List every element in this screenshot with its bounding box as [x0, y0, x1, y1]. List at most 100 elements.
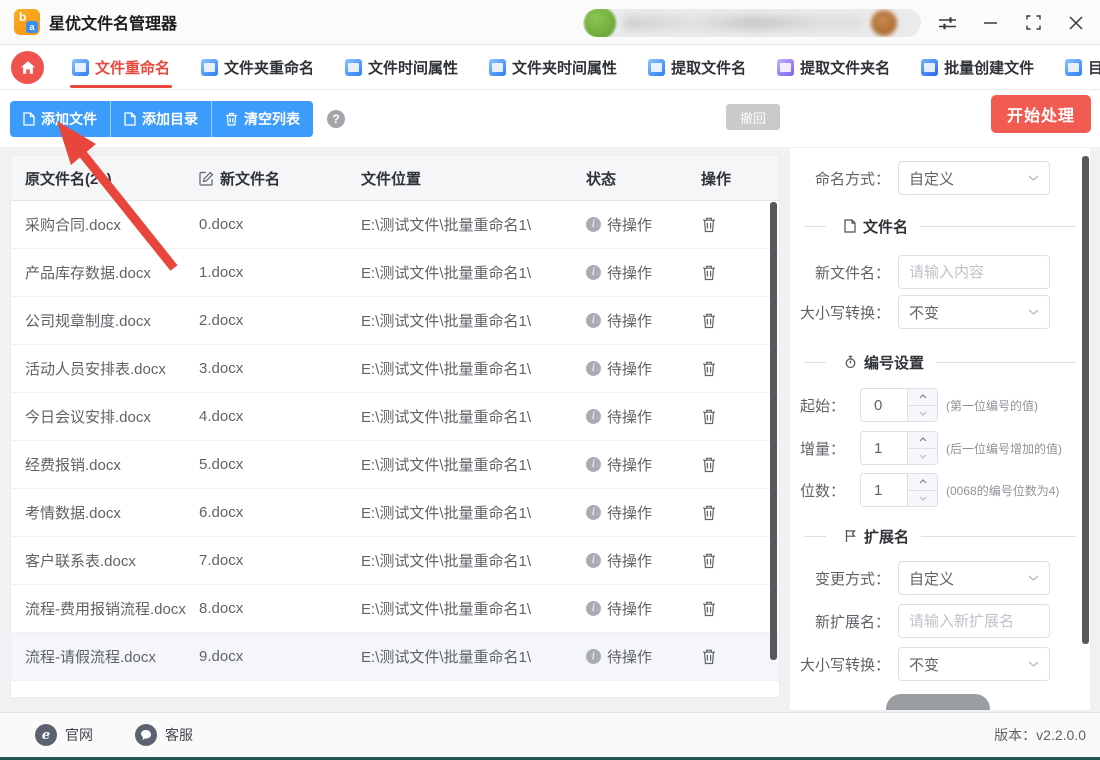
cell-status: i 待操作	[578, 598, 693, 619]
tab-label: 提取文件名	[671, 59, 747, 77]
close-button[interactable]	[1066, 13, 1086, 33]
edit-icon	[199, 171, 214, 186]
step-up-button[interactable]	[908, 432, 937, 449]
new-extension-input[interactable]	[898, 604, 1050, 638]
increment-input[interactable]	[861, 432, 907, 464]
delete-row-button[interactable]	[701, 600, 717, 617]
official-site-link[interactable]: e 官网	[35, 724, 93, 746]
cell-location: E:\测试文件\批量重命名1\	[361, 505, 532, 522]
tab-item[interactable]: 批量创建文件	[921, 45, 1034, 90]
cell-location: E:\测试文件\批量重命名1\	[361, 409, 532, 426]
user-account-blurred[interactable]	[583, 9, 921, 37]
tab-item[interactable]: 提取文件夹名	[777, 45, 890, 90]
settings-sliders-icon[interactable]	[937, 13, 957, 33]
delete-row-button[interactable]	[701, 216, 717, 233]
cell-status: i 待操作	[578, 214, 693, 235]
delete-row-button[interactable]	[701, 312, 717, 329]
table-row[interactable]: 经费报销.docx 5.docx E:\测试文件\批量重命名1\ i 待操作	[11, 441, 779, 489]
add-file-button[interactable]: 添加文件	[10, 100, 111, 137]
step-down-button[interactable]	[908, 405, 937, 421]
status-label: 待操作	[607, 265, 653, 282]
extension-section-header: 扩展名	[790, 522, 1090, 550]
tab-bar: 文件重命名 文件夹重命名 文件时间属性 文件夹时间属性 提取文件名 提取文件夹名…	[0, 45, 1100, 90]
trash-icon	[703, 409, 715, 425]
status-label: 待操作	[607, 553, 653, 570]
tab-item[interactable]: 目录文件合并/提取	[1065, 45, 1100, 90]
digits-row: 位数： (0068的编号位数为4)	[790, 473, 1090, 507]
delete-row-button[interactable]	[701, 552, 717, 569]
table-row[interactable]: 流程-请假流程.docx 9.docx E:\测试文件\批量重命名1\ i 待操…	[11, 633, 779, 681]
maximize-button[interactable]	[1023, 13, 1043, 33]
delete-row-button[interactable]	[701, 696, 717, 698]
trash-icon	[703, 217, 715, 233]
start-process-button[interactable]: 开始处理	[991, 95, 1091, 133]
delete-row-button[interactable]	[701, 456, 717, 473]
delete-row-button[interactable]	[701, 264, 717, 281]
step-down-button[interactable]	[908, 448, 937, 464]
info-icon: i	[586, 361, 601, 376]
table-row[interactable]: 产品库存数据.docx 1.docx E:\测试文件\批量重命名1\ i 待操作	[11, 249, 779, 297]
tab-item[interactable]: 文件夹时间属性	[489, 45, 617, 90]
increment-label: 增量：	[799, 440, 845, 458]
table-row[interactable]: 今日会议安排.docx 4.docx E:\测试文件\批量重命名1\ i 待操作	[11, 393, 779, 441]
tab-item[interactable]: 文件夹重命名	[201, 45, 314, 90]
cell-status: i	[578, 697, 693, 698]
tab-icon	[72, 58, 89, 76]
change-mode-label: 变更方式：	[814, 570, 890, 588]
delete-row-button[interactable]	[701, 648, 717, 665]
step-down-button[interactable]	[908, 490, 937, 506]
trash-icon	[703, 553, 715, 569]
info-icon: i	[586, 217, 601, 232]
chevron-down-icon	[1028, 309, 1039, 315]
trash-icon	[703, 313, 715, 329]
cell-new-name: 9.docx	[199, 648, 244, 665]
delete-row-button[interactable]	[701, 408, 717, 425]
header-action: 操作	[701, 170, 732, 188]
window-controls	[937, 0, 1086, 45]
header-new-name-label: 新文件名	[220, 170, 281, 188]
table-row[interactable]: i	[11, 681, 779, 698]
app-icon-a: a	[26, 21, 38, 33]
start-number-input[interactable]	[861, 389, 907, 421]
table-row[interactable]: 采购合同.docx 0.docx E:\测试文件\批量重命名1\ i 待操作	[11, 201, 779, 249]
increment-stepper	[860, 431, 938, 465]
trash-icon	[701, 696, 717, 698]
trash-icon	[703, 265, 715, 281]
table-row[interactable]: 流程-费用报销流程.docx 8.docx E:\测试文件\批量重命名1\ i …	[11, 585, 779, 633]
cell-location: E:\测试文件\批量重命名1\	[361, 361, 532, 378]
step-up-button[interactable]	[908, 389, 937, 406]
extension-case-select[interactable]: 不变	[898, 647, 1050, 681]
partially-visible-button[interactable]	[886, 694, 990, 710]
add-directory-button[interactable]: 添加目录	[111, 100, 212, 137]
table-row[interactable]: 公司规章制度.docx 2.docx E:\测试文件\批量重命名1\ i 待操作	[11, 297, 779, 345]
tab-item[interactable]: 提取文件名	[648, 45, 746, 90]
filename-case-select[interactable]: 不变	[898, 295, 1050, 329]
status-label: 待操作	[607, 601, 653, 618]
table-row[interactable]: 活动人员安排表.docx 3.docx E:\测试文件\批量重命名1\ i 待操…	[11, 345, 779, 393]
help-icon[interactable]: ?	[327, 109, 345, 128]
home-button[interactable]	[11, 50, 44, 84]
table-row[interactable]: 客户联系表.docx 7.docx E:\测试文件\批量重命名1\ i 待操作	[11, 537, 779, 585]
cell-original-name: 产品库存数据.docx	[25, 265, 151, 282]
delete-row-button[interactable]	[701, 360, 717, 377]
support-link[interactable]: 客服	[135, 724, 193, 746]
table-scrollbar[interactable]	[770, 202, 777, 660]
undo-button[interactable]: 撤回	[726, 104, 780, 130]
change-mode-select[interactable]: 自定义	[898, 561, 1050, 595]
naming-mode-select[interactable]: 自定义	[898, 161, 1050, 195]
clear-list-button[interactable]: 清空列表	[212, 100, 313, 137]
tab-item[interactable]: 文件重命名	[69, 45, 173, 90]
tab-item[interactable]: 文件时间属性	[345, 45, 458, 90]
minimize-button[interactable]	[980, 13, 1000, 33]
step-up-button[interactable]	[908, 474, 937, 491]
digits-input[interactable]	[861, 474, 907, 506]
new-extension-row: 新扩展名：	[790, 604, 1090, 638]
main-content: 原文件名(20) 新文件名 文件位置 状态 操作 采购合同.docx 0.doc…	[0, 147, 1100, 712]
new-filename-input[interactable]	[898, 255, 1050, 289]
delete-row-button[interactable]	[701, 504, 717, 521]
tab-label: 文件重命名	[95, 59, 171, 77]
panel-scrollbar[interactable]	[1082, 156, 1089, 644]
tab-icon	[1065, 58, 1083, 76]
table-row[interactable]: 考情数据.docx 6.docx E:\测试文件\批量重命名1\ i 待操作	[11, 489, 779, 537]
info-icon: i	[586, 313, 601, 328]
